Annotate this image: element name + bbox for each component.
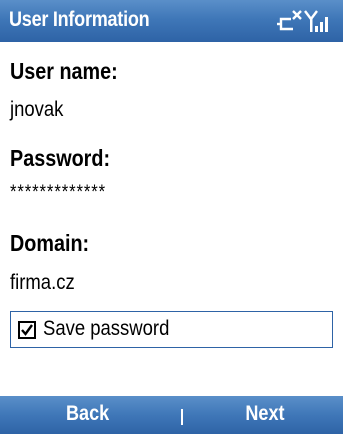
connection-disconnected-icon [277,10,302,31]
next-softkey[interactable]: Next [246,402,285,426]
checkmark-icon [21,324,33,336]
back-softkey[interactable]: Back [66,402,109,426]
softkey-separator [181,409,183,425]
user-name-field[interactable]: jnovak [10,98,63,122]
save-password-checkbox-row[interactable]: Save password [10,311,333,348]
window-title: User Information [9,8,150,31]
softkey-bar: Back Next [0,396,343,434]
password-label: Password: [10,145,111,171]
title-bar: User Information [0,0,343,42]
signal-strength-icon [304,10,328,32]
domain-label: Domain: [10,230,90,256]
user-name-label: User name: [10,58,118,84]
status-icons [277,10,328,32]
save-password-label: Save password [43,317,170,340]
save-password-checkbox[interactable] [18,321,36,339]
domain-field[interactable]: firma.cz [10,271,75,295]
password-field[interactable]: ************* [10,182,106,204]
